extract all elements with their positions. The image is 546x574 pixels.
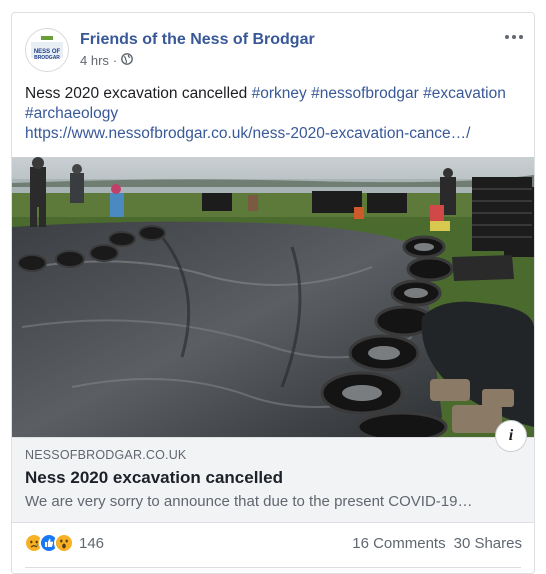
post-meta: 4 hrs · (80, 53, 134, 68)
article-url-link[interactable]: https://www.nessofbrodgar.co.uk/ness-202… (25, 125, 470, 142)
reactions-summary[interactable]: 146 (24, 533, 104, 553)
page-logo: NESS OF BRODGAR (28, 31, 66, 69)
post-timestamp[interactable]: 4 hrs (80, 53, 109, 68)
post-message: Ness 2020 excavation cancelled (25, 85, 252, 102)
hashtag-nessofbrodgar[interactable]: #nessofbrodgar (311, 85, 419, 102)
hashtag-orkney[interactable]: #orkney (252, 85, 307, 102)
page-avatar[interactable]: NESS OF BRODGAR (25, 28, 69, 72)
wow-reaction-icon (54, 533, 74, 553)
preview-domain: NESSOFBRODGAR.CO.UK (25, 448, 187, 462)
engagement-stats: 16 Comments 30 Shares (352, 535, 522, 552)
info-icon[interactable]: i (495, 420, 527, 452)
reaction-count: 146 (79, 534, 105, 552)
link-preview[interactable]: NESSOFBRODGAR.CO.UK Ness 2020 excavation… (12, 420, 534, 523)
post-text: Ness 2020 excavation cancelled #orkney #… (25, 84, 525, 144)
post-footer: 146 16 Comments 30 Shares (12, 529, 534, 569)
comments-count-link[interactable]: 16 Comments (352, 535, 445, 552)
hashtag-archaeology[interactable]: #archaeology (25, 105, 118, 122)
page-name-link[interactable]: Friends of the Ness of Brodgar (80, 31, 315, 49)
meta-separator: · (112, 53, 118, 68)
hashtag-excavation[interactable]: #excavation (423, 85, 506, 102)
svg-text:BRODGAR: BRODGAR (34, 55, 60, 61)
shares-count-link[interactable]: 30 Shares (454, 535, 522, 552)
footer-divider (25, 567, 521, 568)
globe-icon[interactable] (121, 53, 134, 68)
post-card: NESS OF BRODGAR Friends of the Ness of B… (11, 12, 535, 574)
post-photo[interactable] (12, 157, 534, 437)
preview-headline[interactable]: Ness 2020 excavation cancelled (25, 468, 283, 488)
more-horizontal-icon (505, 35, 509, 39)
more-options-button[interactable] (502, 27, 526, 47)
preview-description: We are very sorry to announce that due t… (25, 493, 473, 510)
